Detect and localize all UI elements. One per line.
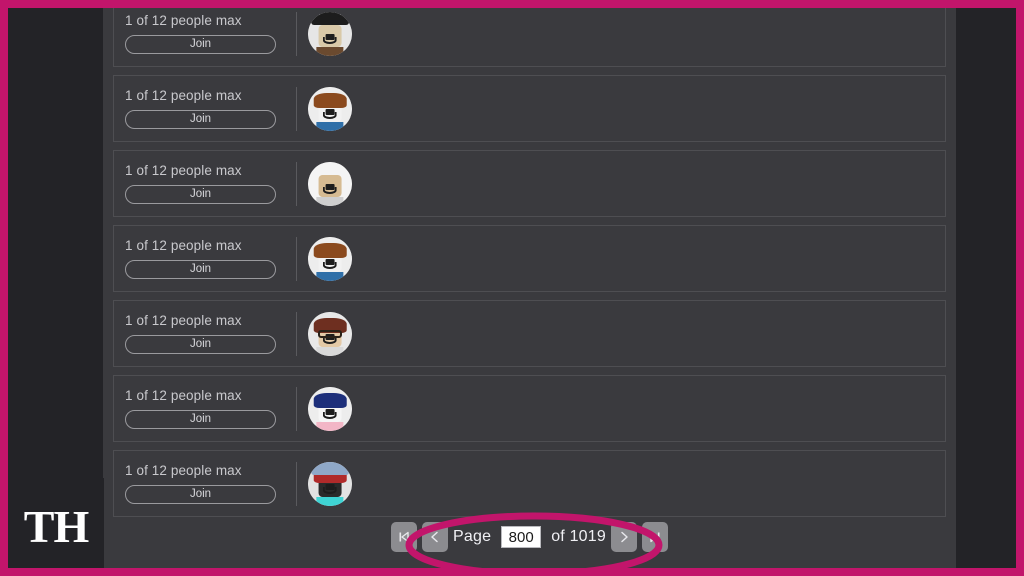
- server-capacity-label: 1 of 12 people max: [125, 388, 242, 403]
- total-pages-label: of 1019: [551, 528, 606, 545]
- server-capacity-label: 1 of 12 people max: [125, 238, 242, 253]
- avatar-blue-hair-character-icon: [308, 386, 352, 431]
- join-button[interactable]: Join: [125, 260, 276, 279]
- card-divider: [296, 311, 297, 356]
- avatar-black-hat-character-icon: [308, 11, 352, 56]
- server-card-info: 1 of 12 people max Join: [125, 463, 293, 504]
- card-divider: [296, 161, 297, 206]
- card-divider: [296, 86, 297, 131]
- avatar-blue-cap-character-icon: [308, 461, 352, 506]
- server-list: 1 of 12 people max Join 1 of 12 people max…: [113, 8, 946, 525]
- card-divider: [296, 11, 297, 56]
- app-window: 1 of 12 people max Join 1 of 12 people max…: [0, 0, 1024, 576]
- server-card[interactable]: 1 of 12 people max Join: [113, 375, 946, 442]
- server-card[interactable]: 1 of 12 people max Join: [113, 450, 946, 517]
- first-page-button[interactable]: [391, 522, 418, 552]
- server-card-info: 1 of 12 people max Join: [125, 238, 293, 279]
- server-card[interactable]: 1 of 12 people max Join: [113, 8, 946, 67]
- avatar-brown-hair-character-icon: [308, 236, 352, 281]
- join-button[interactable]: Join: [125, 410, 276, 429]
- avatar-brown-hair-character-icon: [308, 86, 352, 131]
- last-page-button[interactable]: [641, 522, 668, 552]
- avatar-glasses-character-icon: [308, 311, 352, 356]
- server-capacity-label: 1 of 12 people max: [125, 463, 242, 478]
- join-button[interactable]: Join: [125, 185, 276, 204]
- card-divider: [296, 386, 297, 431]
- avatar-bald-character-icon: [308, 161, 352, 206]
- server-card-info: 1 of 12 people max Join: [125, 388, 293, 429]
- server-card-info: 1 of 12 people max Join: [125, 88, 293, 129]
- pagination-bar: Page of 1019: [113, 519, 946, 555]
- join-button[interactable]: Join: [125, 35, 276, 54]
- server-capacity-label: 1 of 12 people max: [125, 88, 242, 103]
- page-label: Page: [453, 528, 492, 545]
- join-button[interactable]: Join: [125, 485, 276, 504]
- page-number-input[interactable]: [501, 526, 542, 548]
- server-card-info: 1 of 12 people max Join: [125, 313, 293, 354]
- server-list-panel: 1 of 12 people max Join 1 of 12 people max…: [103, 8, 956, 568]
- server-card[interactable]: 1 of 12 people max Join: [113, 225, 946, 292]
- card-divider: [296, 236, 297, 281]
- server-capacity-label: 1 of 12 people max: [125, 313, 242, 328]
- server-capacity-label: 1 of 12 people max: [125, 13, 242, 28]
- server-card-info: 1 of 12 people max Join: [125, 163, 293, 204]
- server-card[interactable]: 1 of 12 people max Join: [113, 300, 946, 367]
- server-capacity-label: 1 of 12 people max: [125, 163, 242, 178]
- previous-page-button[interactable]: [422, 522, 449, 552]
- watermark-text: TH: [23, 501, 89, 552]
- server-card-info: 1 of 12 people max Join: [125, 13, 293, 54]
- next-page-button[interactable]: [610, 522, 637, 552]
- join-button[interactable]: Join: [125, 110, 276, 129]
- join-button[interactable]: Join: [125, 335, 276, 354]
- server-card[interactable]: 1 of 12 people max Join: [113, 150, 946, 217]
- watermark-logo: TH: [8, 478, 104, 568]
- server-card[interactable]: 1 of 12 people max Join: [113, 75, 946, 142]
- card-divider: [296, 461, 297, 506]
